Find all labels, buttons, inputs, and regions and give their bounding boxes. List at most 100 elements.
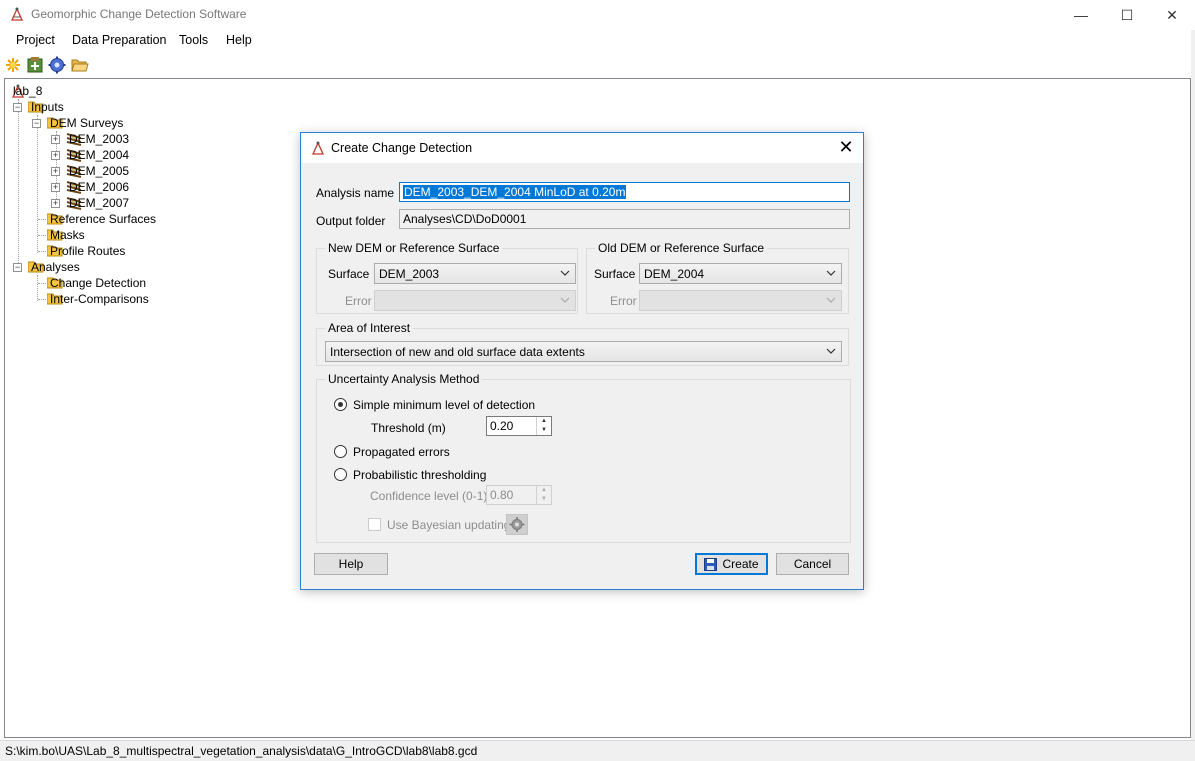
add-icon[interactable] — [26, 56, 44, 74]
settings-icon[interactable] — [48, 56, 66, 74]
help-button[interactable]: Help — [314, 553, 388, 575]
tree-label: Analyses — [31, 260, 80, 274]
threshold-value: 0.20 — [490, 419, 514, 433]
tree-item-masks[interactable]: Masks — [46, 227, 85, 243]
tree-item-inputs[interactable]: Inputs — [27, 99, 64, 115]
expander-dem[interactable]: + — [51, 183, 60, 192]
minimize-icon: — — [1074, 7, 1088, 23]
output-folder-input[interactable]: Analyses\CD\DoD0001 — [399, 209, 850, 229]
new-project-icon[interactable] — [4, 56, 22, 74]
dialog-title-bar: Create Change Detection ✕ — [301, 133, 863, 163]
dialog-title: Create Change Detection — [331, 141, 473, 155]
analysis-name-label: Analysis name — [316, 186, 395, 200]
tree-item-dem-2006[interactable]: DEM_2006 — [66, 179, 129, 195]
cancel-button-label: Cancel — [793, 557, 832, 571]
new-surface-select[interactable]: DEM_2003 — [374, 263, 576, 284]
menu-tools[interactable]: Tools — [179, 33, 208, 47]
old-surface-label: Surface — [594, 267, 636, 281]
expander-analyses[interactable]: − — [13, 263, 22, 272]
aoi-select[interactable]: Intersection of new and old surface data… — [325, 341, 842, 362]
tree-label: DEM_2006 — [69, 180, 130, 194]
aoi-group-title: Area of Interest — [325, 321, 414, 335]
menu-project[interactable]: Project — [16, 33, 55, 47]
uncertainty-group-title: Uncertainty Analysis Method — [325, 372, 483, 386]
tree-label: DEM_2007 — [69, 196, 130, 210]
chevron-down-icon — [826, 348, 836, 354]
tree-item-dem-2007[interactable]: DEM_2007 — [66, 195, 129, 211]
spin-up-icon[interactable]: ▲ — [536, 486, 551, 495]
area-of-interest-group: Area of Interest Intersection of new and… — [316, 321, 849, 366]
toolbar — [0, 52, 1195, 78]
old-surface-select[interactable]: DEM_2004 — [639, 263, 842, 284]
tree-item-dem-2004[interactable]: DEM_2004 — [66, 147, 129, 163]
bayesian-checkbox[interactable] — [368, 518, 381, 531]
output-folder-value: Analyses\CD\DoD0001 — [403, 212, 527, 226]
tree-item-root[interactable]: lab_8 — [10, 83, 42, 99]
threshold-spinner[interactable]: 0.20 ▲ ▼ — [486, 416, 552, 436]
aoi-value: Intersection of new and old surface data… — [330, 345, 585, 359]
expander-dem[interactable]: + — [51, 151, 60, 160]
tree-item-dem-2005[interactable]: DEM_2005 — [66, 163, 129, 179]
old-error-select[interactable] — [639, 290, 842, 311]
tree-item-profile-routes[interactable]: Profile Routes — [46, 243, 125, 259]
tree-item-analyses[interactable]: Analyses — [27, 259, 80, 275]
simple-minlod-label: Simple minimum level of detection — [353, 398, 536, 412]
bayesian-settings-button[interactable] — [506, 514, 528, 535]
create-button[interactable]: Create — [695, 553, 768, 575]
app-icon — [10, 7, 24, 21]
create-button-label: Create — [722, 557, 759, 571]
old-surface-value: DEM_2004 — [644, 267, 705, 281]
window-edge — [1191, 30, 1195, 740]
expander-inputs[interactable]: − — [13, 103, 22, 112]
threshold-label: Threshold (m) — [371, 421, 446, 435]
old-surface-group: Old DEM or Reference Surface Surface DEM… — [586, 241, 849, 314]
tree-item-inter-comparisons[interactable]: Inter-Comparisons — [46, 291, 149, 307]
dialog-close-button[interactable]: ✕ — [837, 138, 855, 156]
tree-label: lab_8 — [13, 84, 43, 98]
tree-item-reference-surfaces[interactable]: Reference Surfaces — [46, 211, 156, 227]
tree-item-change-detection[interactable]: Change Detection — [46, 275, 146, 291]
save-icon — [704, 557, 718, 571]
spin-down-icon[interactable]: ▼ — [536, 495, 551, 504]
project-path: S:\kim.bo\UAS\Lab_8_multispectral_vegeta… — [5, 744, 478, 758]
tree-label: Inter-Comparisons — [50, 292, 149, 306]
confidence-spinner[interactable]: 0.80 ▲ ▼ — [486, 485, 552, 505]
menu-data-preparation[interactable]: Data Preparation — [72, 33, 167, 47]
probabilistic-label: Probabilistic thresholding — [353, 468, 487, 482]
tree-item-dem-2003[interactable]: DEM_2003 — [66, 131, 129, 147]
open-folder-icon[interactable] — [71, 56, 89, 74]
analysis-name-value: DEM_2003_DEM_2004 MinLoD at 0.20m — [403, 185, 627, 199]
tree-label: Reference Surfaces — [50, 212, 157, 226]
tree-item-dem-surveys[interactable]: DEM Surveys — [46, 115, 123, 131]
gear-icon — [509, 517, 525, 532]
expander-dem-surveys[interactable]: − — [32, 119, 41, 128]
cancel-button[interactable]: Cancel — [776, 553, 849, 575]
expander-dem[interactable]: + — [51, 167, 60, 176]
chevron-down-icon — [560, 270, 570, 276]
tree-label: Profile Routes — [50, 244, 126, 258]
tree-label: Inputs — [31, 100, 64, 114]
new-error-select[interactable] — [374, 290, 576, 311]
new-surface-group: New DEM or Reference Surface Surface DEM… — [316, 241, 578, 314]
radio-propagated-errors[interactable] — [334, 445, 347, 458]
spin-up-icon[interactable]: ▲ — [536, 417, 551, 426]
confidence-value: 0.80 — [490, 488, 514, 502]
maximize-icon: ☐ — [1120, 6, 1134, 23]
analysis-name-input[interactable]: DEM_2003_DEM_2004 MinLoD at 0.20m — [399, 182, 850, 202]
tree-label: Change Detection — [50, 276, 147, 290]
confidence-label: Confidence level (0-1) — [370, 489, 488, 503]
expander-dem[interactable]: + — [51, 135, 60, 144]
menu-help[interactable]: Help — [226, 33, 252, 47]
minimize-button[interactable]: — — [1058, 0, 1104, 30]
maximize-button[interactable]: ☐ — [1104, 0, 1150, 30]
tree-label: DEM_2003 — [69, 132, 130, 146]
radio-simple-minlod[interactable] — [334, 398, 347, 411]
spin-down-icon[interactable]: ▼ — [536, 426, 551, 435]
close-button[interactable]: ✕ — [1149, 0, 1195, 30]
propagated-errors-label: Propagated errors — [353, 445, 450, 459]
close-icon: ✕ — [838, 137, 854, 157]
radio-probabilistic[interactable] — [334, 468, 347, 481]
expander-dem[interactable]: + — [51, 199, 60, 208]
tree-label: DEM_2004 — [69, 148, 130, 162]
uncertainty-group: Uncertainty Analysis Method Simple minim… — [316, 372, 851, 543]
